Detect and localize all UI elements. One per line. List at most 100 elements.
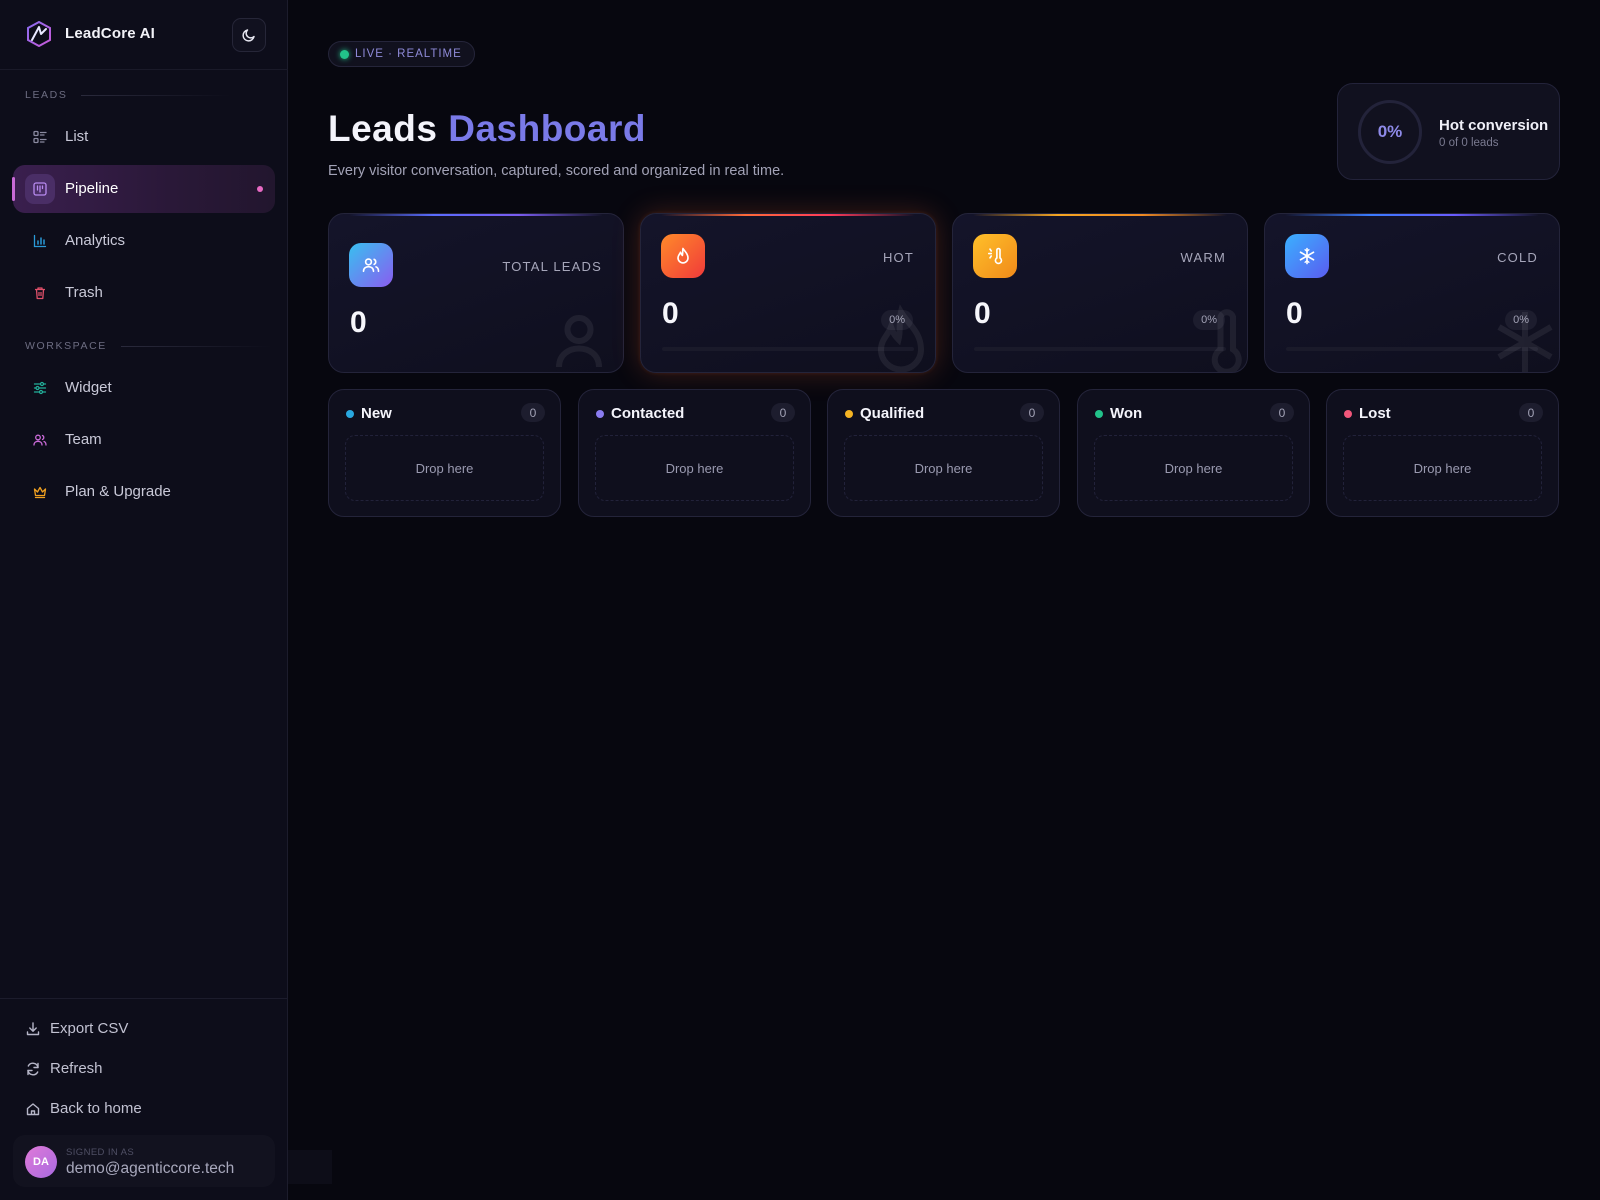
sidebar-item-list[interactable]: List — [13, 113, 275, 161]
drop-zone-text: Drop here — [1413, 460, 1472, 476]
status-dot — [1344, 410, 1352, 418]
back-to-home-link[interactable]: Back to home — [25, 1100, 142, 1117]
column-title: Contacted — [611, 405, 685, 422]
kanban-icon — [25, 174, 55, 204]
active-dot — [257, 186, 263, 192]
thermometer-sun-icon — [973, 234, 1017, 278]
sidebar-item-pipeline[interactable]: Pipeline — [12, 165, 275, 213]
stat-card-total-leads: TOTAL LEADS 0 — [328, 213, 624, 373]
column-title: Lost — [1359, 405, 1391, 422]
card-accent-line — [1285, 214, 1539, 216]
stat-label: COLD — [1497, 250, 1538, 265]
avatar: DA — [25, 1146, 57, 1178]
sidebar-item-analytics[interactable]: Analytics — [13, 217, 275, 265]
drop-zone[interactable]: Drop here — [844, 435, 1043, 501]
status-dot — [845, 410, 853, 418]
pipeline-column-contacted: Contacted 0 Drop here — [578, 389, 811, 517]
export-csv-label: Export CSV — [50, 1020, 129, 1037]
stat-card-hot: HOT 0 0% — [640, 213, 936, 373]
column-count-badge: 0 — [771, 403, 795, 422]
stat-value: 0 — [350, 306, 367, 339]
stat-card-cold: COLD 0 0% — [1264, 213, 1560, 373]
sidebar-item-label: Team — [65, 431, 102, 448]
pipeline-column-new: New 0 Drop here — [328, 389, 561, 517]
conversion-ring: 0% — [1358, 100, 1422, 164]
status-dot — [346, 410, 354, 418]
page-subtitle: Every visitor conversation, captured, sc… — [328, 163, 785, 179]
live-status-badge: LIVE · REALTIME — [328, 41, 475, 67]
drop-zone-text: Drop here — [415, 460, 474, 476]
column-count-badge: 0 — [1519, 403, 1543, 422]
hot-conversion-card: 0% Hot conversion 0 of 0 leads — [1337, 83, 1560, 180]
flame-icon — [661, 234, 705, 278]
refresh-button[interactable]: Refresh — [25, 1060, 103, 1077]
crown-icon — [25, 477, 55, 507]
trash-icon — [25, 278, 55, 308]
back-to-home-label: Back to home — [50, 1100, 142, 1117]
sidebar: LeadCore AI LEADS List Pipeline Analytic… — [0, 0, 288, 1200]
drop-zone[interactable]: Drop here — [345, 435, 544, 501]
card-accent-line — [661, 214, 915, 216]
sidebar-item-label: Trash — [65, 284, 103, 301]
list-icon — [25, 122, 55, 152]
snowflake-icon — [1285, 234, 1329, 278]
logo-icon — [27, 21, 51, 47]
export-csv-button[interactable]: Export CSV — [25, 1020, 128, 1037]
download-icon — [26, 1021, 40, 1035]
brand-header: LeadCore AI — [0, 0, 288, 70]
sidebar-item-team[interactable]: Team — [13, 416, 275, 464]
card-accent-line — [973, 214, 1227, 216]
column-title: New — [361, 405, 392, 422]
stat-value: 0 — [1286, 297, 1303, 330]
sidebar-item-label: Widget — [65, 379, 112, 396]
stat-value: 0 — [974, 297, 991, 330]
users-icon — [349, 243, 393, 287]
status-dot — [596, 410, 604, 418]
users-watermark-icon — [556, 315, 602, 368]
user-card-overflow — [288, 1150, 332, 1184]
sidebar-item-plan-upgrade[interactable]: Plan & Upgrade — [13, 468, 275, 516]
drop-zone-text: Drop here — [665, 460, 724, 476]
thermometer-watermark-icon — [1211, 309, 1242, 372]
drop-zone[interactable]: Drop here — [595, 435, 794, 501]
theme-toggle-button[interactable] — [232, 18, 266, 52]
stat-card-warm: WARM 0 0% — [952, 213, 1248, 373]
sidebar-footer-divider — [0, 998, 288, 999]
column-count-badge: 0 — [1020, 403, 1044, 422]
section-label-leads: LEADS — [25, 89, 232, 101]
refresh-icon — [27, 1062, 39, 1075]
drop-zone[interactable]: Drop here — [1094, 435, 1293, 501]
drop-zone[interactable]: Drop here — [1343, 435, 1542, 501]
flame-watermark-icon — [877, 304, 925, 372]
section-label-leads-text: LEADS — [25, 89, 68, 101]
stat-label: HOT — [882, 250, 914, 265]
sidebar-item-label: List — [65, 128, 89, 145]
user-card[interactable]: DA SIGNED IN AS demo@agenticcore.tech — [13, 1135, 275, 1187]
sidebar-item-widget[interactable]: Widget — [13, 364, 275, 412]
section-label-workspace-text: WORKSPACE — [25, 340, 107, 352]
drop-zone-text: Drop here — [1164, 460, 1223, 476]
stat-value: 0 — [662, 297, 679, 330]
sidebar-item-trash[interactable]: Trash — [13, 269, 275, 317]
pipeline-column-qualified: Qualified 0 Drop here — [827, 389, 1060, 517]
column-count-badge: 0 — [521, 403, 545, 422]
status-dot — [1095, 410, 1103, 418]
signed-in-label: SIGNED IN AS — [66, 1147, 135, 1158]
conversion-value: 0% — [1377, 122, 1403, 141]
moon-icon — [242, 29, 255, 42]
user-email: demo@agenticcore.tech — [66, 1160, 235, 1177]
column-title: Won — [1110, 405, 1143, 422]
card-accent-line — [349, 214, 603, 216]
conversion-title: Hot conversion — [1439, 117, 1549, 134]
brand-name: LeadCore AI — [65, 25, 155, 42]
users-icon — [25, 425, 55, 455]
stat-label: WARM — [1180, 250, 1226, 265]
drop-zone-text: Drop here — [914, 460, 973, 476]
sliders-icon — [25, 373, 55, 403]
live-status-text: LIVE · REALTIME — [355, 48, 462, 60]
page-title-accent: Dashboard — [448, 108, 646, 149]
bar-chart-icon — [25, 226, 55, 256]
column-count-badge: 0 — [1270, 403, 1294, 422]
stat-label: TOTAL LEADS — [502, 259, 602, 274]
page-title: Leads Dashboard — [328, 108, 646, 150]
